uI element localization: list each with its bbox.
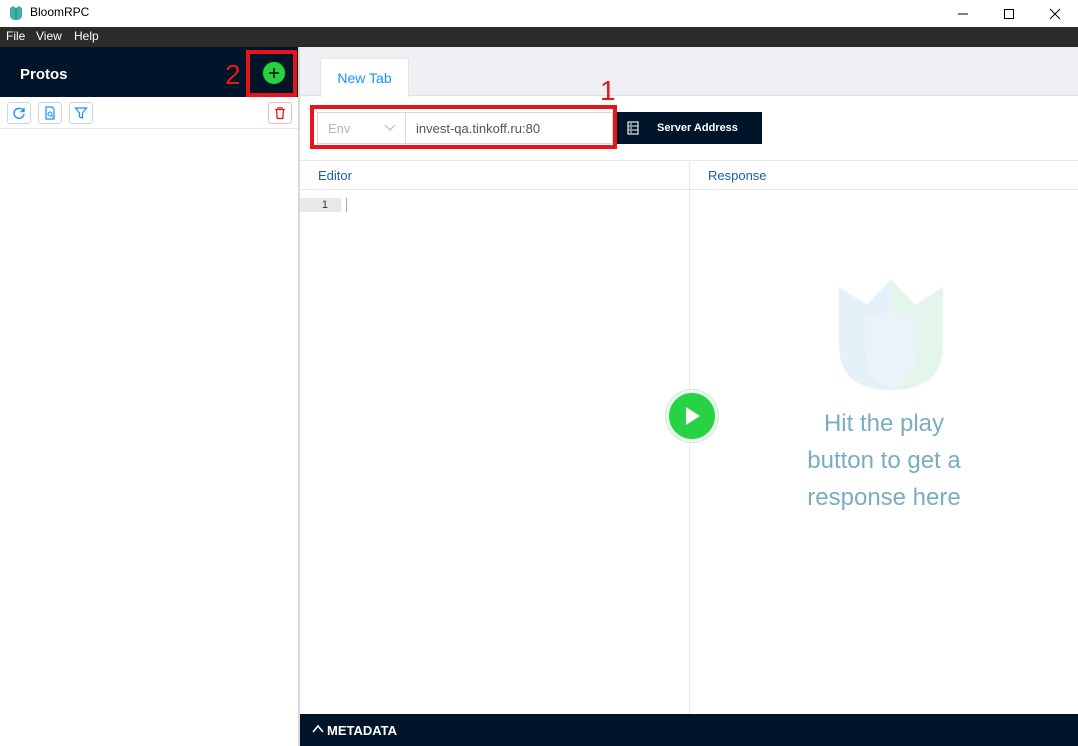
menu-file[interactable]: File [6, 29, 25, 43]
server-address-button[interactable]: Server Address [613, 112, 762, 144]
editor-header: Editor [300, 162, 689, 190]
editor-cursor [346, 198, 347, 212]
response-pane: Response Hit the play button to get a re… [690, 162, 1078, 714]
sidebar: Protos 2 [0, 47, 300, 746]
editor-line-number: 1 [300, 198, 341, 212]
chevron-up-icon [312, 724, 324, 733]
menu-view[interactable]: View [36, 29, 62, 43]
minimize-button[interactable] [940, 0, 986, 27]
response-hint-line: Hit the play [823, 410, 945, 437]
close-button[interactable] [1032, 0, 1078, 27]
title-bar: BloomRPC [0, 0, 1078, 27]
play-icon [686, 407, 700, 425]
menu-help[interactable]: Help [74, 29, 99, 43]
window-title: BloomRPC [30, 5, 90, 19]
main-area: New Tab Env invest-qa.tinkoff.ru:80 Serv… [300, 47, 1078, 746]
response-hint: Hit the play button to get a response he… [690, 405, 1078, 516]
response-header: Response [690, 162, 1078, 190]
filter-button[interactable] [69, 102, 93, 124]
highlight-box-2 [246, 50, 297, 97]
reload-protos-button[interactable] [7, 102, 31, 124]
server-address-button-label: Server Address [657, 122, 738, 134]
response-hint-line: button to get a [807, 447, 961, 474]
metadata-label: METADATA [327, 723, 398, 738]
metadata-bar[interactable]: METADATA [300, 714, 1078, 746]
delete-all-protos-button[interactable] [268, 102, 292, 124]
tab-new-tab[interactable]: New Tab [320, 58, 409, 97]
highlight-box-1 [310, 105, 617, 149]
bloomrpc-logo-icon [10, 6, 22, 20]
sidebar-title: Protos [20, 66, 68, 83]
reload-icon [13, 107, 25, 119]
import-protos-button[interactable] [38, 102, 62, 124]
close-icon [1049, 8, 1061, 19]
database-icon [627, 121, 639, 135]
maximize-button[interactable] [986, 0, 1032, 27]
minimize-icon [958, 13, 968, 14]
address-bar: Env invest-qa.tinkoff.ru:80 Server Addre… [300, 75, 1078, 161]
annotation-number-2: 2 [225, 59, 241, 90]
editor-pane[interactable]: Editor 1 [300, 162, 690, 714]
editor-response-panes: Editor 1 Response Hit the play button to… [300, 162, 1078, 714]
file-search-icon [45, 106, 55, 120]
sidebar-toolbar [0, 97, 298, 129]
maximize-icon [1004, 8, 1014, 19]
trash-icon [275, 107, 285, 120]
tulip-logo-icon [839, 279, 943, 390]
tabs-bar: New Tab [300, 47, 1078, 97]
annotation-number-1: 1 [600, 75, 616, 106]
menu-bar: File View Help [0, 27, 1078, 47]
response-hint-line: response here [807, 484, 961, 511]
play-button[interactable] [666, 390, 718, 442]
filter-icon [74, 107, 88, 119]
